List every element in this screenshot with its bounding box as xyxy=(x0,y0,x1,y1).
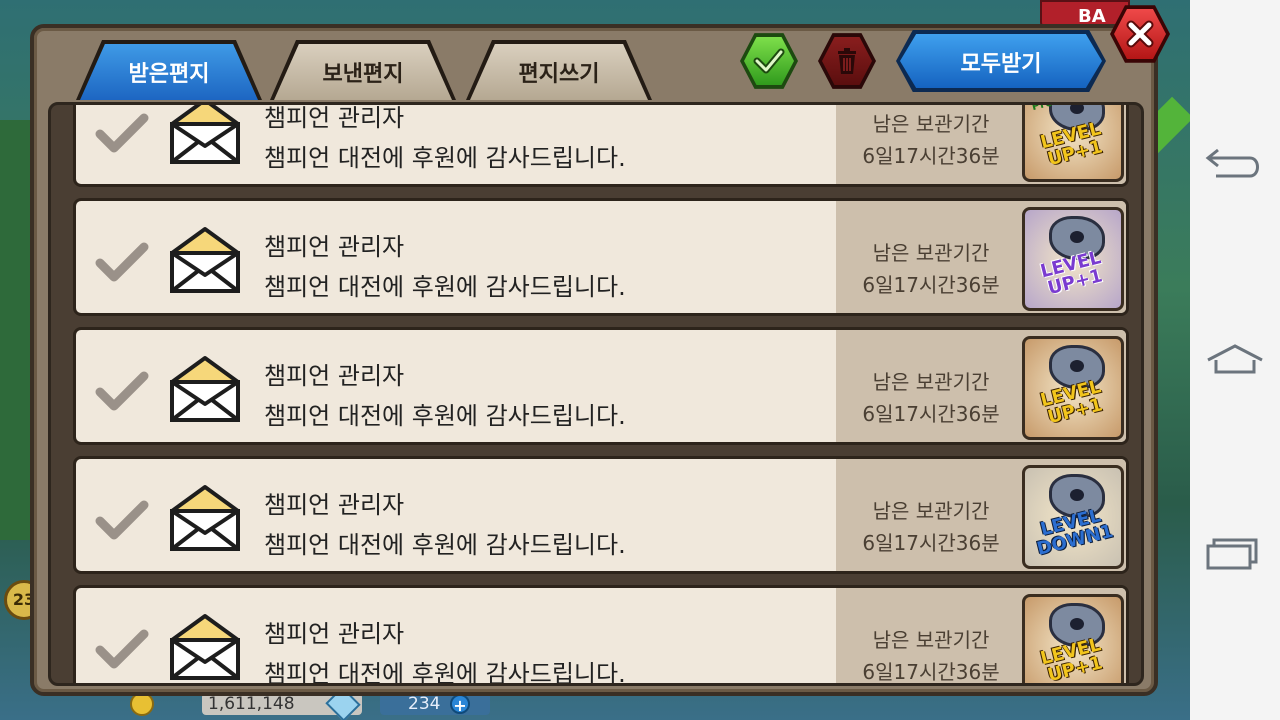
receive-all-button[interactable]: 모두받기 xyxy=(896,30,1106,92)
mailbox-panel: 챔피언 관리자 챔피언 대전에 후원에 감사드립니다. 남은 보관기간 6일17… xyxy=(30,24,1158,696)
mail-message: 챔피언 대전에 후원에 감사드립니다. xyxy=(264,402,626,430)
retention-label: 남은 보관기간 xyxy=(872,241,990,265)
retention-time: 6일17시간36분 xyxy=(862,531,1000,555)
mail-sender: 챔피언 관리자 xyxy=(264,104,405,132)
back-icon[interactable] xyxy=(1204,142,1266,182)
reward-item[interactable]: Premium! LEVEL UP+1 xyxy=(1022,105,1124,182)
envelope-icon xyxy=(168,483,242,557)
envelope-icon xyxy=(168,105,242,170)
mail-select-checkbox[interactable] xyxy=(94,499,150,547)
tab-sent[interactable]: 보낸편지 xyxy=(270,40,456,100)
reward-badge-text: LEVEL UP+1 xyxy=(1026,117,1120,173)
mail-message: 챔피언 대전에 후원에 감사드립니다. xyxy=(264,144,626,172)
tab-inbox-label: 받은편지 xyxy=(128,62,210,87)
mail-row[interactable]: 챔피언 관리자 챔피언 대전에 후원에 감사드립니다. 남은 보관기간 6일17… xyxy=(73,198,1129,316)
tab-inbox[interactable]: 받은편지 xyxy=(76,40,262,100)
receive-all-label: 모두받기 xyxy=(960,52,1042,77)
retention-time: 6일17시간36분 xyxy=(862,402,1000,426)
mail-row[interactable]: 챔피언 관리자 챔피언 대전에 후원에 감사드립니다. 남은 보관기간 6일17… xyxy=(73,327,1129,445)
close-icon xyxy=(1126,20,1154,48)
mail-message: 챔피언 대전에 후원에 감사드립니다. xyxy=(264,273,626,301)
mail-select-checkbox[interactable] xyxy=(94,370,150,418)
mail-sender: 챔피언 관리자 xyxy=(264,233,405,261)
tab-compose[interactable]: 편지쓰기 xyxy=(466,40,652,100)
mail-row[interactable]: 챔피언 관리자 챔피언 대전에 후원에 감사드립니다. 남은 보관기간 6일17… xyxy=(73,104,1129,187)
mail-list: 챔피언 관리자 챔피언 대전에 후원에 감사드립니다. 남은 보관기간 6일17… xyxy=(73,104,1129,686)
reward-badge-text: LEVEL UP+1 xyxy=(1026,633,1120,683)
recents-icon[interactable] xyxy=(1204,534,1266,574)
reward-item[interactable]: LEVEL DOWN1 xyxy=(1022,465,1124,569)
retention-label: 남은 보관기간 xyxy=(872,499,990,523)
mail-row[interactable]: 챔피언 관리자 챔피언 대전에 후원에 감사드립니다. 남은 보관기간 6일17… xyxy=(73,456,1129,574)
delete-button[interactable] xyxy=(818,32,876,90)
close-button[interactable] xyxy=(1110,4,1170,64)
retention-label: 남은 보관기간 xyxy=(872,628,990,652)
mail-sender: 챔피언 관리자 xyxy=(264,362,405,390)
retention-label: 남은 보관기간 xyxy=(872,370,990,394)
envelope-icon xyxy=(168,225,242,299)
mail-select-checkbox[interactable] xyxy=(94,628,150,676)
android-nav-bar xyxy=(1190,0,1280,720)
reward-item[interactable]: LEVEL UP+1 xyxy=(1022,594,1124,683)
mail-message: 챔피언 대전에 후원에 감사드립니다. xyxy=(264,660,626,686)
retention-time: 6일17시간36분 xyxy=(862,144,1000,168)
mail-select-checkbox[interactable] xyxy=(94,241,150,289)
add-gems-button[interactable]: + xyxy=(450,694,470,715)
reward-item[interactable]: LEVEL UP+1 xyxy=(1022,336,1124,440)
tab-sent-label: 보낸편지 xyxy=(322,62,404,87)
envelope-icon xyxy=(168,612,242,683)
mail-list-container[interactable]: 챔피언 관리자 챔피언 대전에 후원에 감사드립니다. 남은 보관기간 6일17… xyxy=(48,102,1144,686)
retention-label: 남은 보관기간 xyxy=(872,112,990,136)
mail-select-checkbox[interactable] xyxy=(94,112,150,160)
mail-sender: 챔피언 관리자 xyxy=(264,620,405,648)
mail-row[interactable]: 챔피언 관리자 챔피언 대전에 후원에 감사드립니다. 남은 보관기간 6일17… xyxy=(73,585,1129,686)
mail-message: 챔피언 대전에 후원에 감사드립니다. xyxy=(264,531,626,559)
tab-compose-label: 편지쓰기 xyxy=(518,62,600,87)
select-all-button[interactable] xyxy=(740,32,798,90)
gem-value: 234 xyxy=(380,693,490,715)
retention-time: 6일17시간36분 xyxy=(862,660,1000,684)
home-icon[interactable] xyxy=(1204,340,1266,380)
mail-sender: 챔피언 관리자 xyxy=(264,491,405,519)
envelope-icon xyxy=(168,354,242,428)
trash-icon xyxy=(838,48,856,74)
reward-badge-text: LEVEL DOWN1 xyxy=(1026,504,1120,560)
green-check-icon xyxy=(753,48,785,74)
reward-badge-text: LEVEL UP+1 xyxy=(1026,246,1120,302)
reward-badge-text: LEVEL UP+1 xyxy=(1026,375,1120,431)
reward-item[interactable]: LEVEL UP+1 xyxy=(1022,207,1124,311)
retention-time: 6일17시간36분 xyxy=(862,273,1000,297)
